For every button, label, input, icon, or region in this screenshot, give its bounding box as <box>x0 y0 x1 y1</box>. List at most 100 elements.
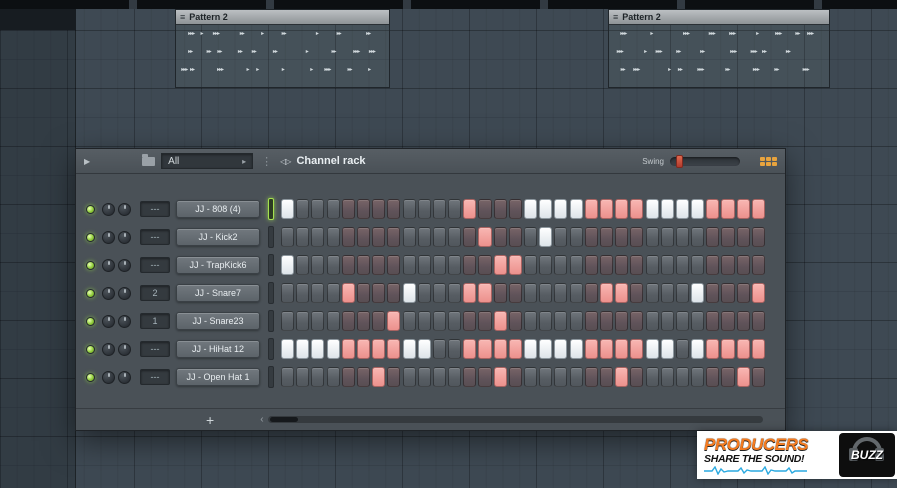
step-cell[interactable] <box>387 255 401 275</box>
step-cell[interactable] <box>660 283 674 303</box>
channel-name-button[interactable]: JJ - Snare7 <box>176 284 260 302</box>
channel-led[interactable] <box>86 260 95 270</box>
step-cell[interactable] <box>356 283 371 303</box>
mixer-track-box[interactable]: --- <box>140 369 170 385</box>
step-cell[interactable] <box>432 199 446 219</box>
channel-selector[interactable] <box>268 198 274 220</box>
step-cell[interactable] <box>751 227 765 247</box>
step-cell[interactable] <box>387 367 401 387</box>
step-cell[interactable] <box>630 255 644 275</box>
step-cell[interactable] <box>493 367 507 387</box>
step-cell[interactable] <box>645 227 659 247</box>
step-cell[interactable] <box>463 255 477 275</box>
channel-led[interactable] <box>86 344 95 354</box>
step-cell[interactable] <box>691 339 705 359</box>
step-cell[interactable] <box>645 255 659 275</box>
step-cell[interactable] <box>736 227 750 247</box>
channel-led[interactable] <box>86 232 95 242</box>
step-cell[interactable] <box>281 255 295 275</box>
step-cell[interactable] <box>584 367 598 387</box>
swing-slider-thumb[interactable] <box>676 154 683 168</box>
step-cell[interactable] <box>372 367 386 387</box>
step-cell[interactable] <box>478 255 492 275</box>
channel-selector[interactable] <box>268 254 274 276</box>
step-cell[interactable] <box>736 367 750 387</box>
step-cell[interactable] <box>417 311 431 331</box>
channel-name-button[interactable]: JJ - Snare23 <box>176 312 260 330</box>
step-cell[interactable] <box>539 367 553 387</box>
step-cell[interactable] <box>387 339 401 359</box>
step-cell[interactable] <box>630 283 644 303</box>
volume-knob[interactable] <box>118 258 131 272</box>
channel-led[interactable] <box>86 204 95 214</box>
step-cell[interactable] <box>675 199 689 219</box>
step-cell[interactable] <box>296 311 310 331</box>
step-cell[interactable] <box>554 227 568 247</box>
step-cell[interactable] <box>645 367 659 387</box>
step-cell[interactable] <box>508 339 522 359</box>
step-cell[interactable] <box>691 311 705 331</box>
pan-knob[interactable] <box>102 230 115 244</box>
step-cell[interactable] <box>387 227 401 247</box>
drag-handle-icon[interactable]: ⋮ <box>261 155 272 168</box>
step-cell[interactable] <box>341 283 355 303</box>
horizontal-scrollbar[interactable]: ‹ <box>260 414 763 425</box>
step-cell[interactable] <box>281 367 295 387</box>
step-cell[interactable] <box>660 311 674 331</box>
step-cell[interactable] <box>508 255 522 275</box>
step-cell[interactable] <box>539 339 553 359</box>
step-cell[interactable] <box>326 311 340 331</box>
step-cell[interactable] <box>539 255 553 275</box>
step-cell[interactable] <box>660 199 674 219</box>
step-cell[interactable] <box>599 339 614 359</box>
step-cell[interactable] <box>645 199 659 219</box>
channel-display-grid-icon[interactable] <box>760 156 777 166</box>
step-cell[interactable] <box>645 283 659 303</box>
step-cell[interactable] <box>508 283 522 303</box>
step-cell[interactable] <box>599 199 614 219</box>
add-channel-button[interactable]: + <box>206 413 214 427</box>
step-cell[interactable] <box>372 283 386 303</box>
step-cell[interactable] <box>448 227 462 247</box>
step-cell[interactable] <box>296 227 310 247</box>
pan-knob[interactable] <box>102 202 115 216</box>
step-cell[interactable] <box>524 227 538 247</box>
step-cell[interactable] <box>706 367 720 387</box>
step-cell[interactable] <box>493 227 507 247</box>
step-cell[interactable] <box>569 311 583 331</box>
step-cell[interactable] <box>524 339 538 359</box>
volume-knob[interactable] <box>118 286 131 300</box>
step-cell[interactable] <box>448 367 462 387</box>
step-cell[interactable] <box>341 367 355 387</box>
step-cell[interactable] <box>569 227 583 247</box>
step-cell[interactable] <box>463 199 477 219</box>
step-cell[interactable] <box>645 339 659 359</box>
pan-knob[interactable] <box>102 286 115 300</box>
channel-rack-titlebar[interactable]: ▶ All ▸ ⋮ ◁▷ Channel rack Swing <box>76 149 785 174</box>
step-cell[interactable] <box>539 311 553 331</box>
step-cell[interactable] <box>326 339 340 359</box>
step-cell[interactable] <box>630 227 644 247</box>
step-cell[interactable] <box>736 255 750 275</box>
step-cell[interactable] <box>508 367 522 387</box>
step-cell[interactable] <box>569 283 583 303</box>
step-cell[interactable] <box>569 367 583 387</box>
step-cell[interactable] <box>372 311 386 331</box>
step-cell[interactable] <box>417 367 431 387</box>
step-cell[interactable] <box>478 227 492 247</box>
step-cell[interactable] <box>721 255 735 275</box>
step-cell[interactable] <box>721 227 735 247</box>
step-cell[interactable] <box>311 367 325 387</box>
step-cell[interactable] <box>478 199 492 219</box>
step-cell[interactable] <box>706 283 720 303</box>
step-cell[interactable] <box>554 255 568 275</box>
step-cell[interactable] <box>387 311 401 331</box>
step-cell[interactable] <box>372 199 386 219</box>
mixer-track-box[interactable]: --- <box>140 257 170 273</box>
step-cell[interactable] <box>432 227 446 247</box>
volume-knob[interactable] <box>118 202 131 216</box>
step-cell[interactable] <box>387 283 401 303</box>
step-cell[interactable] <box>311 227 325 247</box>
step-cell[interactable] <box>417 199 431 219</box>
channel-led[interactable] <box>86 372 95 382</box>
